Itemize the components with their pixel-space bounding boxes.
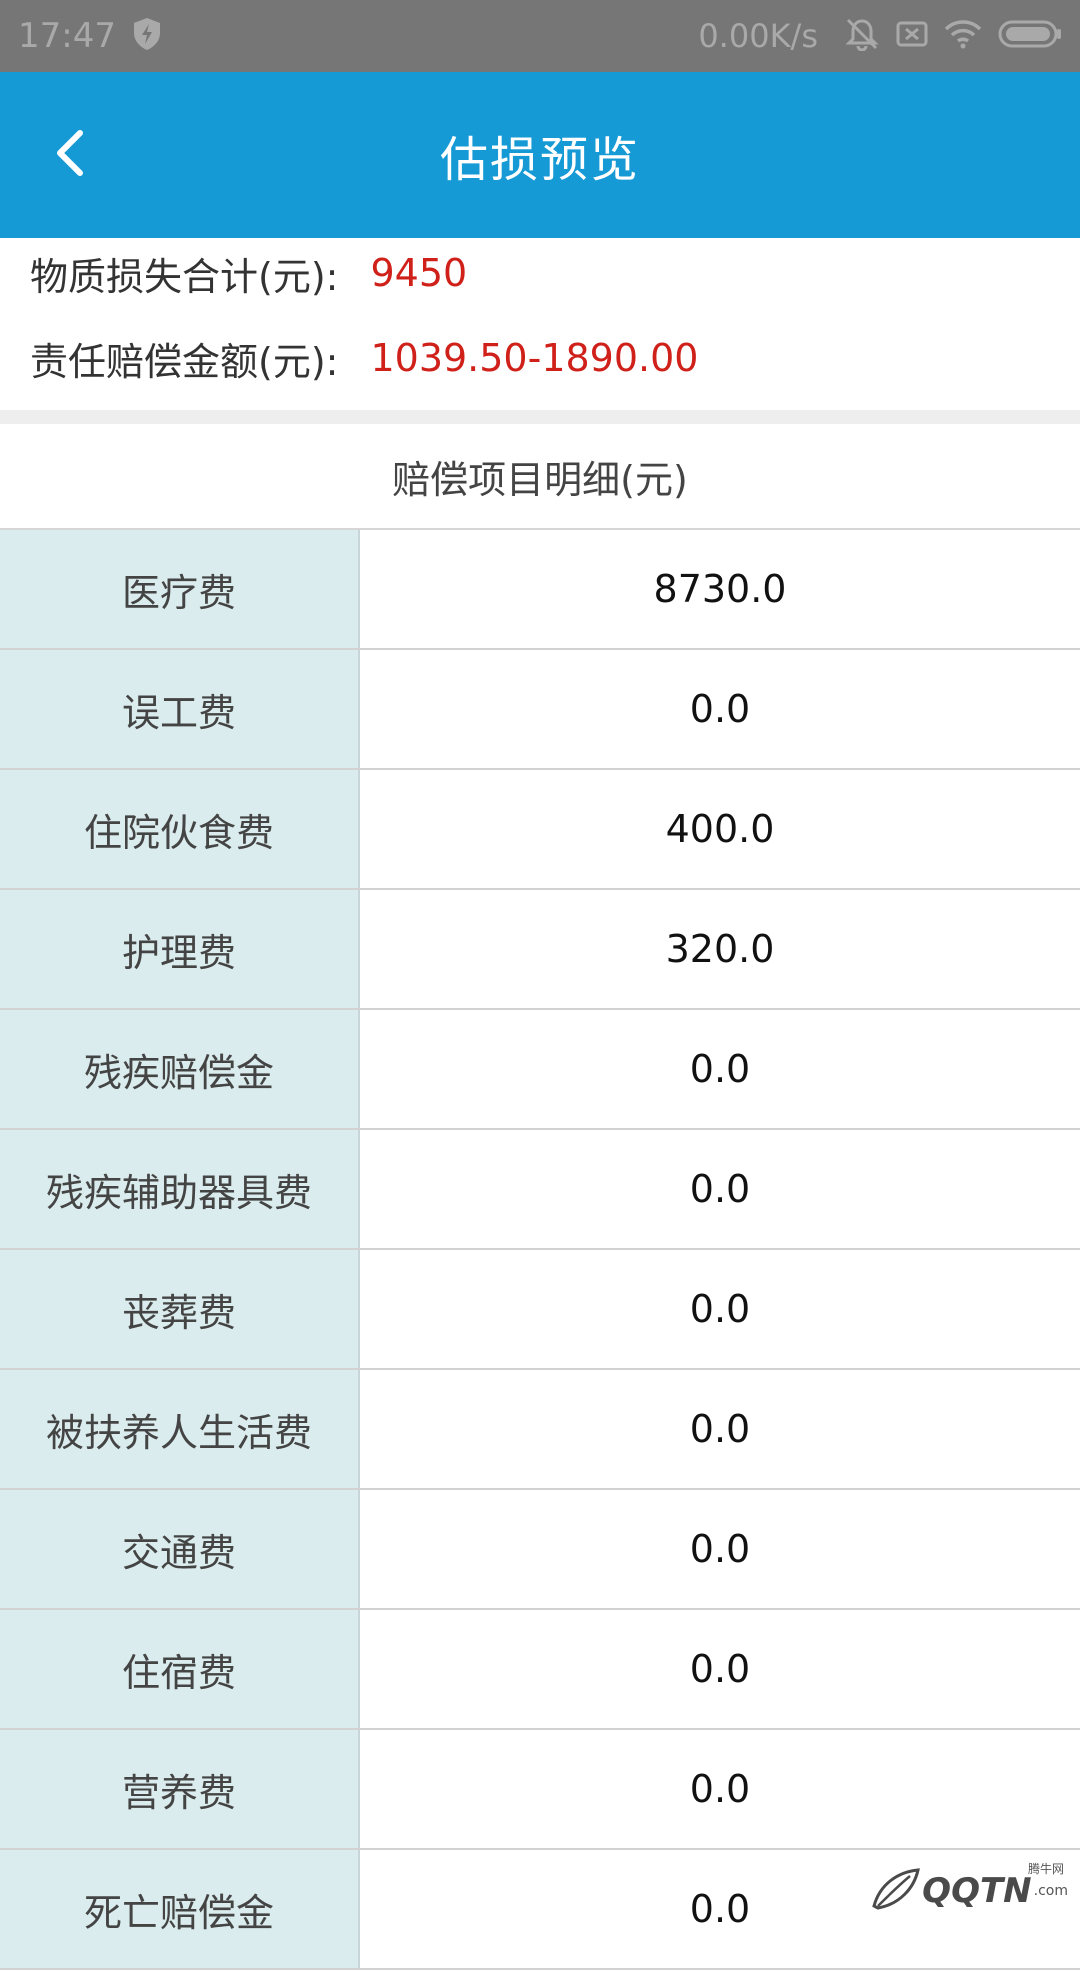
item-value: 400.0 <box>360 770 1080 888</box>
table-row: 误工费 0.0 <box>0 650 1080 770</box>
item-label: 住院伙食费 <box>0 770 360 888</box>
table-row: 丧葬费 0.0 <box>0 1250 1080 1370</box>
material-loss-row: 物质损失合计(元): 9450 <box>30 243 467 303</box>
watermark-text: QQTN <box>922 1871 1032 1911</box>
item-value: 0.0 <box>360 1010 1080 1128</box>
leaf-logo-icon <box>870 1866 922 1916</box>
summary-panel: 物质损失合计(元): 9450 责任赔偿金额(元): 1039.50-1890.… <box>0 238 1080 410</box>
item-label: 残疾辅助器具费 <box>0 1130 360 1248</box>
item-value: 0.0 <box>360 1490 1080 1608</box>
liability-label: 责任赔偿金额(元): <box>30 339 339 384</box>
item-label: 误工费 <box>0 650 360 768</box>
item-value: 0.0 <box>360 1370 1080 1488</box>
watermark-logo-text: 腾牛网 <box>1027 1862 1064 1876</box>
material-loss-value: 9450 <box>370 251 468 295</box>
item-label: 医疗费 <box>0 530 360 648</box>
item-label: 死亡赔偿金 <box>0 1850 360 1968</box>
item-value: 0.0 <box>360 1610 1080 1728</box>
watermark-logo: QQTN .com 腾牛网 <box>870 1862 1068 1916</box>
table-row: 被扶养人生活费 0.0 <box>0 1370 1080 1490</box>
battery-icon <box>998 19 1064 53</box>
table-row: 交通费 0.0 <box>0 1490 1080 1610</box>
item-label: 丧葬费 <box>0 1250 360 1368</box>
item-value: 0.0 <box>360 650 1080 768</box>
wifi-icon <box>944 19 982 53</box>
mute-bell-icon <box>844 17 880 55</box>
table-row: 住宿费 0.0 <box>0 1610 1080 1730</box>
page-title: 估损预览 <box>439 132 640 188</box>
section-title: 赔偿项目明细(元) <box>0 424 1080 528</box>
liability-value: 1039.50-1890.00 <box>370 336 699 380</box>
liability-row: 责任赔偿金额(元): 1039.50-1890.00 <box>30 328 698 388</box>
item-label: 住宿费 <box>0 1610 360 1728</box>
table-row: 医疗费 8730.0 <box>0 530 1080 650</box>
item-label: 被扶养人生活费 <box>0 1370 360 1488</box>
item-label: 营养费 <box>0 1730 360 1848</box>
sim-card-x-icon <box>896 20 928 52</box>
table-row: 营养费 0.0 <box>0 1730 1080 1850</box>
section-divider <box>0 410 1080 424</box>
table-row: 住院伙食费 400.0 <box>0 770 1080 890</box>
compensation-table: 医疗费 8730.0 误工费 0.0 住院伙食费 400.0 护理费 320.0… <box>0 528 1080 1970</box>
table-row: 护理费 320.0 <box>0 890 1080 1010</box>
item-label: 交通费 <box>0 1490 360 1608</box>
item-value: 0.0 <box>360 1130 1080 1248</box>
network-speed: 0.00K/s <box>698 17 818 55</box>
app-bar: 估损预览 <box>0 72 1080 238</box>
shield-bolt-icon <box>132 17 162 55</box>
material-loss-label: 物质损失合计(元): <box>30 254 339 299</box>
item-value: 0.0 <box>360 1250 1080 1368</box>
status-right: 0.00K/s <box>698 17 1064 55</box>
item-value: 8730.0 <box>360 530 1080 648</box>
table-row: 残疾赔偿金 0.0 <box>0 1010 1080 1130</box>
item-label: 护理费 <box>0 890 360 1008</box>
watermark-domain: .com <box>1033 1883 1068 1899</box>
status-time: 17:47 <box>18 16 116 56</box>
item-value: 0.0 <box>360 1730 1080 1848</box>
status-bar: 17:47 0.00K/s <box>0 0 1080 72</box>
table-row: 残疾辅助器具费 0.0 <box>0 1130 1080 1250</box>
item-label: 残疾赔偿金 <box>0 1010 360 1128</box>
status-left: 17:47 <box>18 16 162 56</box>
item-value: 320.0 <box>360 890 1080 1008</box>
